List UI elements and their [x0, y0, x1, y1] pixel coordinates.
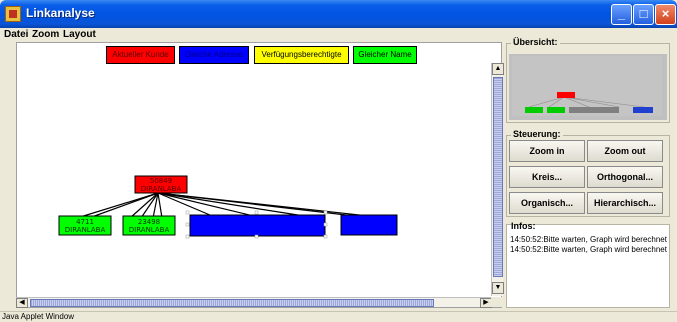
graph-edges	[76, 192, 388, 219]
info-log[interactable]: 14:50:52:Bitte warten, Graph wird berech…	[510, 235, 668, 255]
scroll-left-arrow-icon[interactable]: ◀	[16, 298, 28, 308]
status-text: Java Applet Window	[2, 312, 75, 321]
overview-minimap[interactable]	[509, 54, 667, 120]
control-panel: Steuerung: Zoom in Zoom out Kreis... Ort…	[506, 129, 670, 217]
menu-zoom[interactable]: Zoom	[32, 29, 59, 40]
node-n2-id: 23498	[138, 218, 160, 226]
graph-node-root[interactable]: 50849 DIRANLABA	[134, 175, 188, 194]
overview-title: Übersicht:	[511, 37, 560, 47]
menu-layout[interactable]: Layout	[63, 29, 96, 40]
edge-root-n1	[76, 192, 159, 219]
node-n2-name: DIRANLABA	[129, 226, 170, 234]
edge-root-n2d	[157, 192, 163, 219]
node-n1-id: 4711	[76, 218, 94, 226]
menu-bar: Datei Zoom Layout	[0, 28, 677, 42]
organic-layout-button[interactable]: Organisch...	[509, 192, 585, 214]
close-button[interactable]: ×	[655, 4, 676, 25]
graph-node-n3[interactable]	[185, 210, 328, 239]
zoom-out-button[interactable]: Zoom out	[587, 140, 663, 162]
graph-node-n2[interactable]: 23498 DIRANLABA	[122, 215, 176, 236]
node-root-id: 50849	[150, 177, 172, 185]
minimap-node-n4	[633, 107, 653, 113]
java-app-icon	[5, 6, 21, 22]
zoom-in-button[interactable]: Zoom in	[509, 140, 585, 162]
scroll-corner	[491, 297, 503, 307]
minimap-node-n3	[569, 107, 619, 113]
minimap-root-node	[557, 92, 575, 98]
graph-canvas[interactable]: Aktueller Kunde Gleiche Adresse Verfügun…	[16, 42, 502, 308]
horizontal-scrollbar[interactable]: ◀ ▶	[16, 297, 492, 308]
control-title: Steuerung:	[511, 129, 563, 139]
infos-panel: Infos: 14:50:52:Bitte warten, Graph wird…	[506, 221, 670, 308]
node-root-name: DIRANLABA	[141, 185, 182, 193]
graph-node-n4[interactable]	[340, 214, 398, 236]
circle-layout-button[interactable]: Kreis...	[509, 166, 585, 188]
edge-root-n3c	[157, 192, 318, 219]
horizontal-scroll-thumb[interactable]	[30, 299, 434, 307]
orthogonal-layout-button[interactable]: Orthogonal...	[587, 166, 663, 188]
infos-title: Infos:	[511, 221, 536, 231]
edge-root-n4b	[157, 192, 388, 219]
menu-datei[interactable]: Datei	[4, 29, 28, 40]
scroll-up-arrow-icon[interactable]: ▲	[492, 63, 504, 75]
edge-root-n1b	[88, 192, 159, 219]
window-title: Linkanalyse	[26, 6, 95, 20]
status-bar: Java Applet Window	[0, 311, 677, 322]
scroll-down-arrow-icon[interactable]: ▼	[492, 282, 504, 294]
overview-panel: Übersicht:	[506, 37, 670, 123]
maximize-button[interactable]: □	[633, 4, 654, 25]
applet-window: Linkanalyse _ □ × Datei Zoom Layout Aktu…	[0, 0, 677, 322]
graph-node-n1[interactable]: 4711 DIRANLABA	[58, 215, 112, 236]
hierarchical-layout-button[interactable]: Hierarchisch...	[587, 192, 663, 214]
log-line: 14:50:52:Bitte warten, Graph wird berech…	[510, 235, 667, 244]
graph-drawing[interactable]: 50849 DIRANLABA 4711 DIRANLABA 23498 DIR…	[17, 43, 493, 297]
edge-root-n3b	[157, 192, 263, 219]
node-n1-name: DIRANLABA	[65, 226, 106, 234]
minimap-node-n2	[547, 107, 565, 113]
minimize-button[interactable]: _	[611, 4, 632, 25]
log-line: 14:50:52:Bitte warten, Graph wird berech…	[510, 245, 667, 254]
title-bar[interactable]: Linkanalyse _ □ ×	[0, 0, 677, 28]
vertical-scroll-thumb[interactable]	[493, 77, 503, 277]
vertical-scrollbar[interactable]: ▲ ▼	[491, 63, 504, 296]
minimap-node-n1	[525, 107, 543, 113]
